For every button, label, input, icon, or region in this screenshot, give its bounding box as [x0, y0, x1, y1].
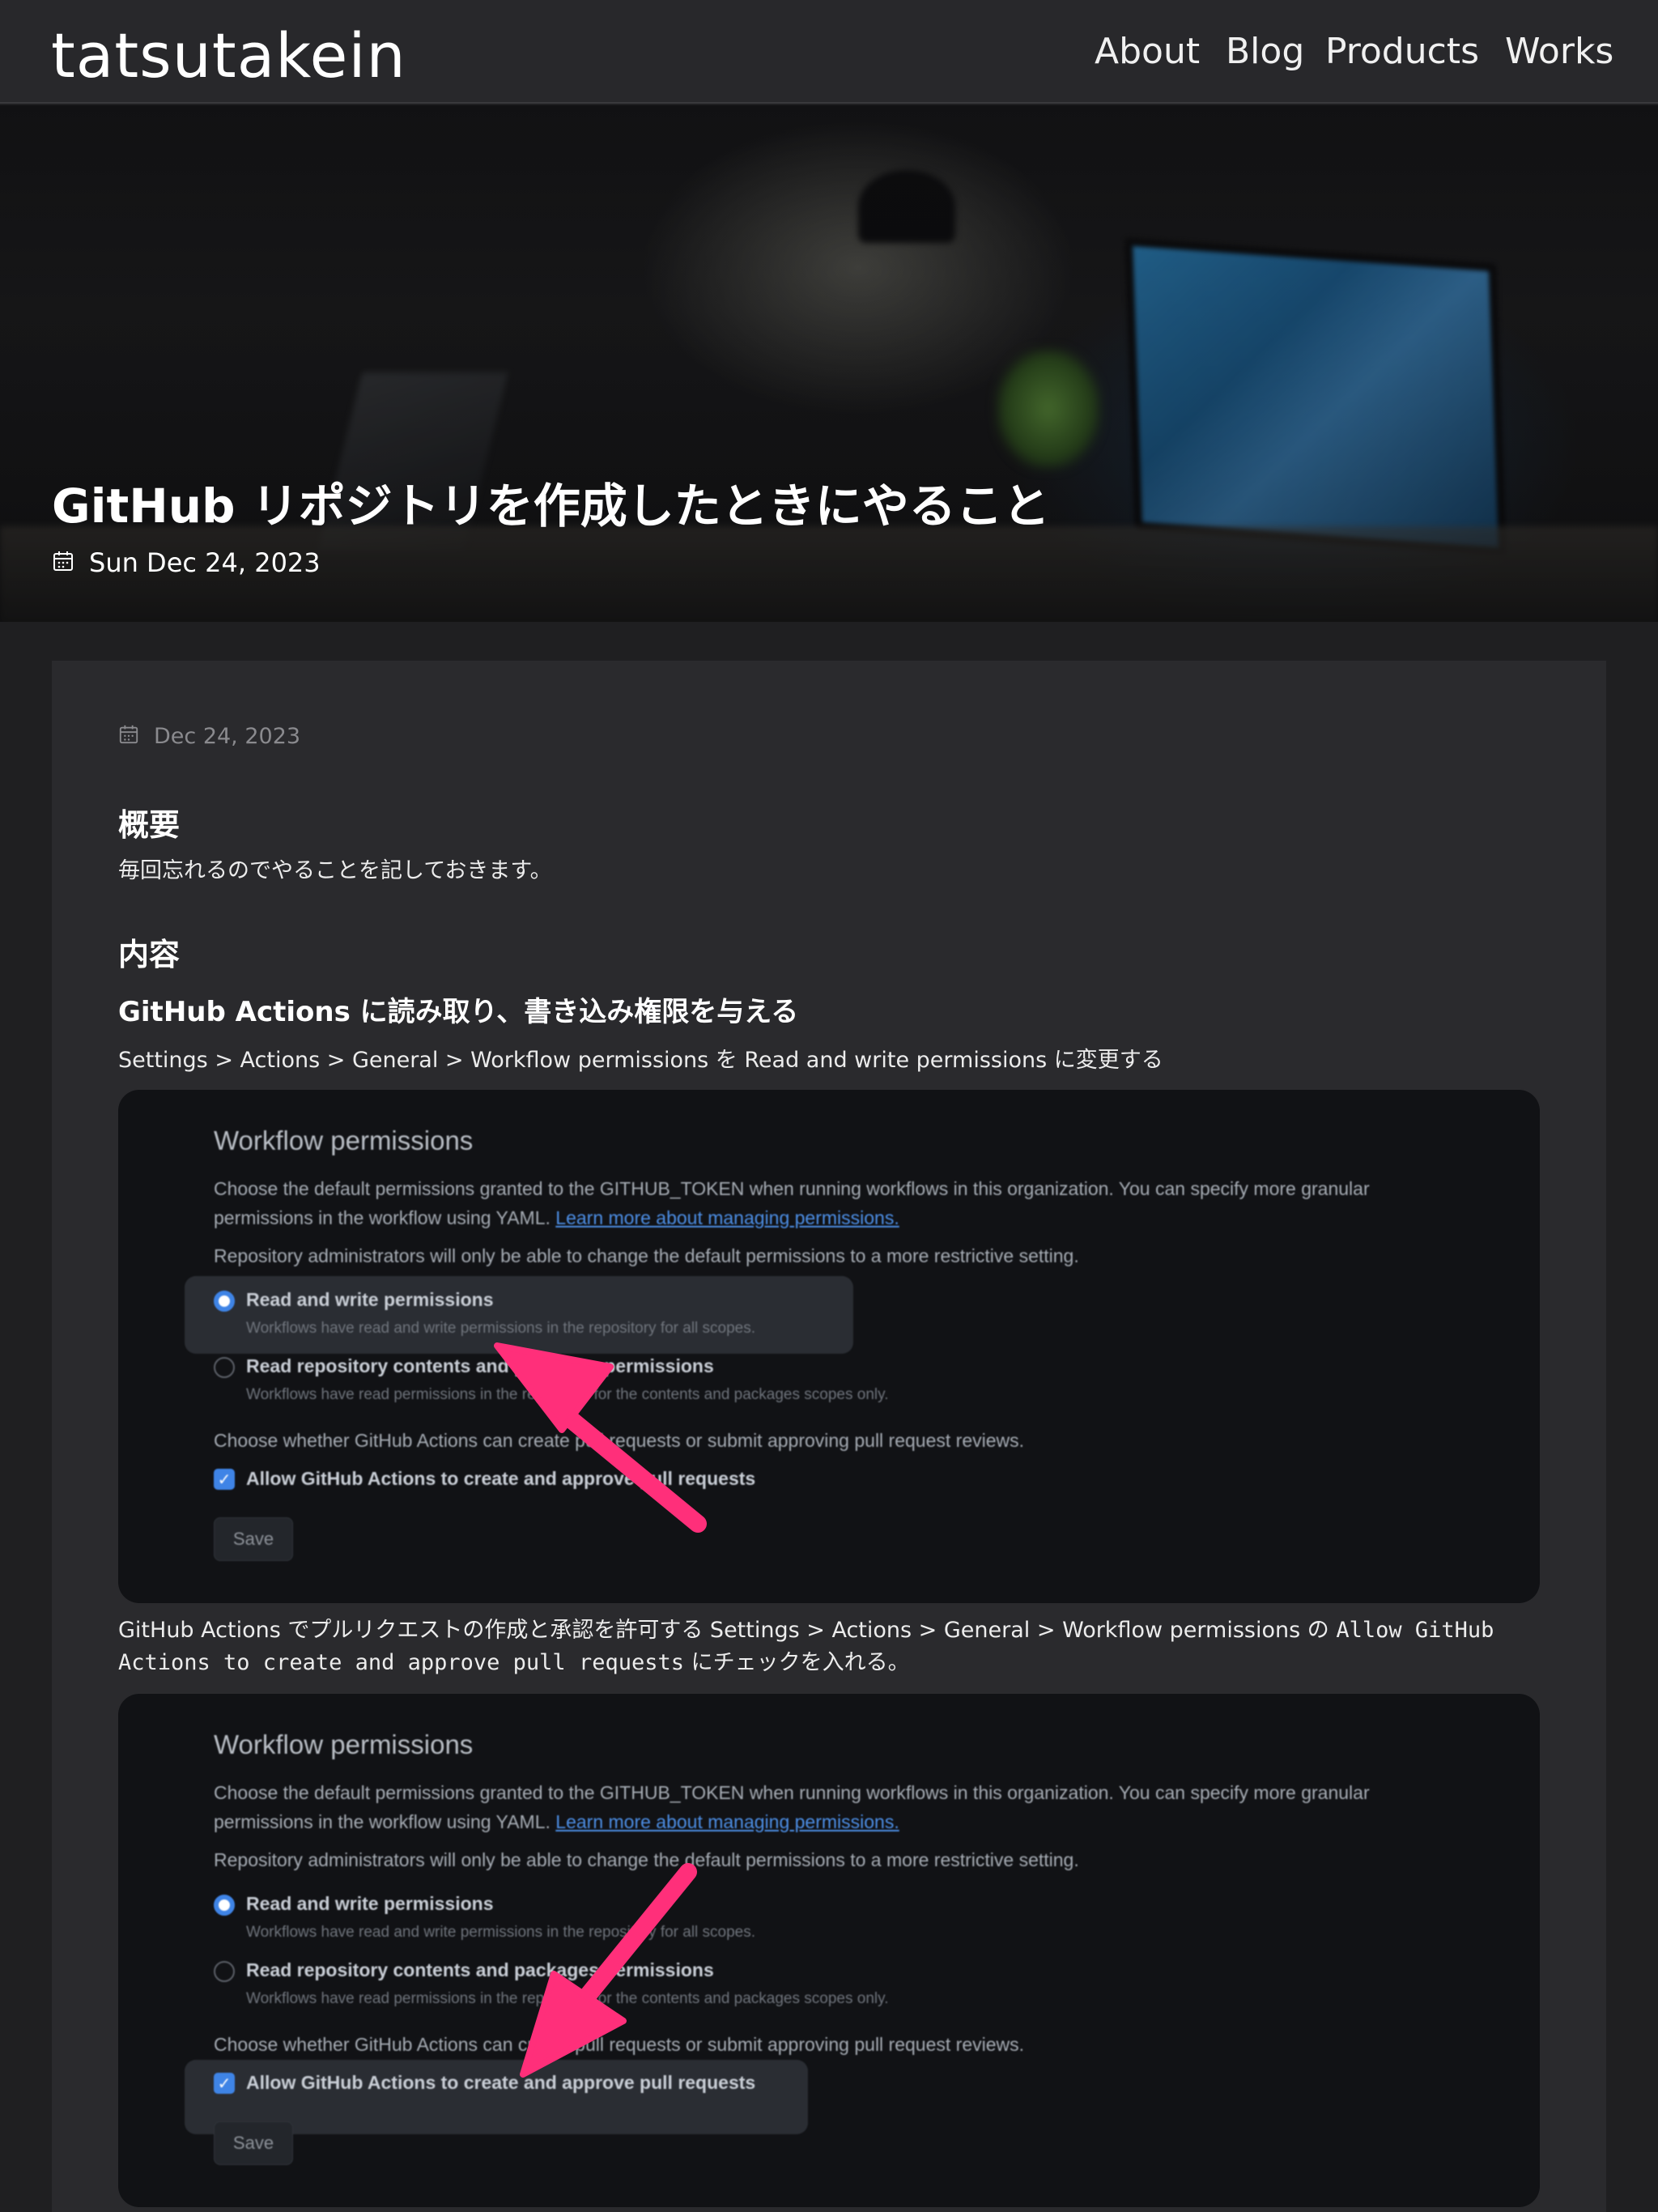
article-meta: Dec 24, 2023: [118, 724, 300, 749]
wp-desc-line2: permissions in the workflow using YAML.: [214, 1207, 551, 1228]
article-date: Dec 24, 2023: [154, 724, 301, 749]
wp-description: Choose the default permissions granted t…: [214, 1174, 1477, 1232]
screenshot-content: Workflow permissions Choose the default …: [185, 1090, 1509, 1603]
wp-desc-line2: permissions in the workflow using YAML.: [214, 1811, 551, 1832]
site-brand[interactable]: tatsutakein: [51, 19, 406, 91]
nav-link-products[interactable]: Products: [1325, 31, 1479, 72]
wp-title: Workflow permissions: [214, 1125, 474, 1155]
top-nav: tatsutakein About Blog Products Works: [0, 0, 1658, 104]
option-highlight: [185, 1276, 853, 1354]
learn-more-link[interactable]: Learn more about managing permissions.: [555, 1811, 899, 1832]
save-button[interactable]: Save: [214, 1517, 293, 1561]
allow-pr-checkbox[interactable]: ✓: [214, 1469, 235, 1490]
pr-instructions: GitHub Actions でプルリクエストの作成と承認を許可する Setti…: [118, 1614, 1543, 1679]
allow-pr-label: Allow GitHub Actions to create and appro…: [246, 2072, 756, 2093]
radio-read-only[interactable]: [214, 1961, 235, 1982]
wp-title: Workflow permissions: [214, 1729, 474, 1759]
option-read-only-sub: Workflows have read permissions in the r…: [246, 1386, 889, 1403]
post-date: Sun Dec 24, 2023: [89, 547, 321, 578]
actions-instructions: Settings > Actions > General > Workflow …: [118, 1048, 1163, 1073]
heading-overview: 概要: [118, 807, 181, 843]
learn-more-link[interactable]: Learn more about managing permissions.: [555, 1207, 899, 1228]
hero-overlay: [0, 105, 1658, 622]
radio-read-write[interactable]: [214, 1291, 235, 1312]
wp-note: Repository administrators will only be a…: [214, 1849, 1079, 1870]
option-read-write-label: Read and write permissions: [246, 1893, 494, 1914]
article-card: Dec 24, 2023 概要 毎回忘れるのでやることを記しておきます。 内容 …: [52, 661, 1606, 2212]
wp-description: Choose the default permissions granted t…: [214, 1778, 1477, 1836]
pr-text-2: にチェックを入れる。: [683, 1650, 910, 1675]
option-read-write-sub: Workflows have read and write permission…: [246, 1320, 756, 1337]
calendar-icon: [52, 550, 74, 576]
wp-choose-text: Choose whether GitHub Actions can create…: [214, 2034, 1025, 2055]
hero-banner: GitHub リポジトリを作成したときにやること Sun Dec 24, 202…: [0, 105, 1658, 622]
heading-contents: 内容: [118, 937, 181, 972]
option-read-write-sub: Workflows have read and write permission…: [246, 1924, 756, 1941]
radio-read-write[interactable]: [214, 1895, 235, 1916]
save-button[interactable]: Save: [214, 2121, 293, 2165]
wp-choose-text: Choose whether GitHub Actions can create…: [214, 1430, 1025, 1451]
allow-pr-label: Allow GitHub Actions to create and appro…: [246, 1468, 756, 1489]
heading-actions-permissions: GitHub Actions に読み取り、書き込み権限を与える: [118, 996, 799, 1028]
calendar-icon: [118, 724, 139, 749]
screenshot-workflow-permissions-2: Workflow permissions Choose the default …: [118, 1694, 1540, 2207]
screenshot-content: Workflow permissions Choose the default …: [185, 1694, 1509, 2207]
overview-text: 毎回忘れるのでやることを記しておきます。: [118, 858, 552, 883]
hero-date-row: Sun Dec 24, 2023: [52, 547, 321, 578]
option-read-only-label: Read repository contents and packages pe…: [246, 1959, 714, 1980]
wp-desc-line1: Choose the default permissions granted t…: [214, 1782, 1370, 1803]
nav-link-blog[interactable]: Blog: [1226, 31, 1304, 72]
wp-desc-line1: Choose the default permissions granted t…: [214, 1178, 1370, 1199]
screenshot-workflow-permissions-1: Workflow permissions Choose the default …: [118, 1090, 1540, 1603]
option-read-write-label: Read and write permissions: [246, 1289, 494, 1310]
pr-text-1: GitHub Actions でプルリクエストの作成と承認を許可する Setti…: [118, 1618, 1337, 1643]
option-read-only-sub: Workflows have read permissions in the r…: [246, 1990, 889, 2007]
post-title: GitHub リポジトリを作成したときにやること: [52, 479, 1050, 534]
nav-link-works[interactable]: Works: [1505, 31, 1613, 72]
option-read-only-label: Read repository contents and packages pe…: [246, 1355, 714, 1376]
nav-link-about[interactable]: About: [1095, 31, 1200, 72]
radio-read-only[interactable]: [214, 1357, 235, 1378]
wp-note: Repository administrators will only be a…: [214, 1245, 1079, 1266]
allow-pr-checkbox[interactable]: ✓: [214, 2073, 235, 2094]
